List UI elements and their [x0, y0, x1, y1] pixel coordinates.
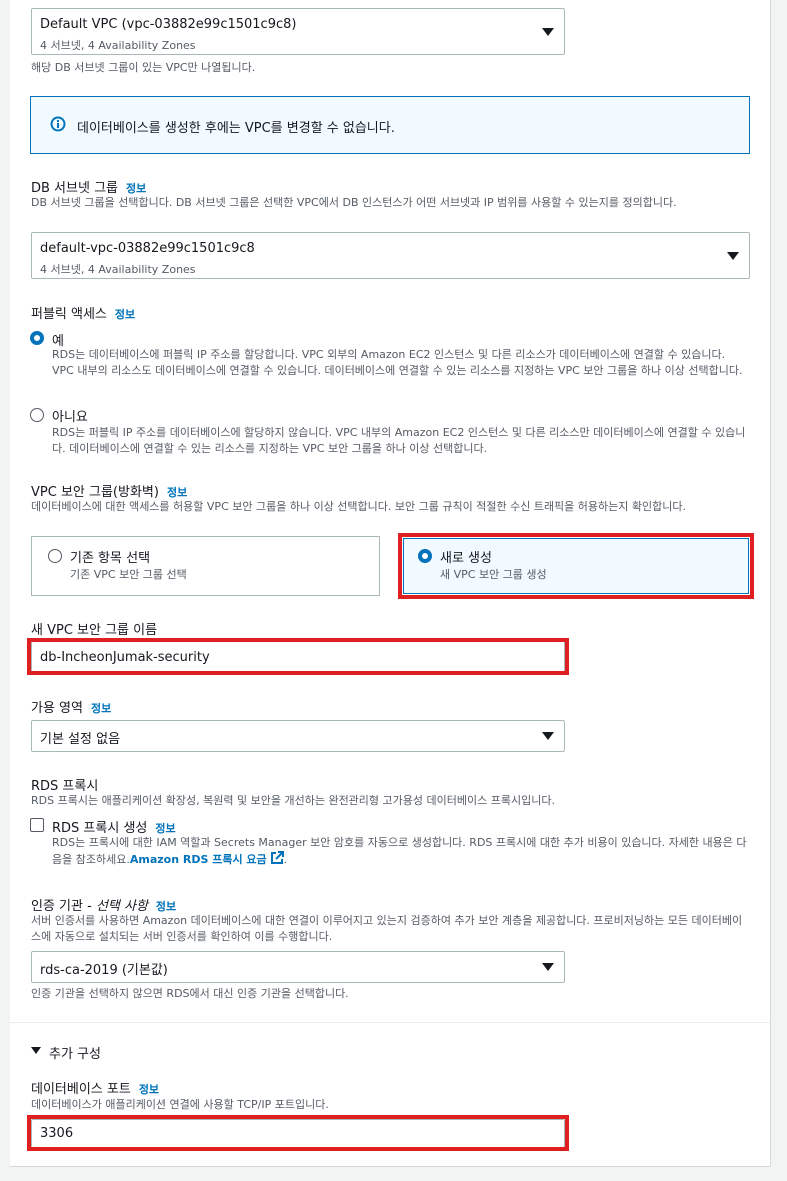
info-circle-icon — [50, 116, 66, 132]
rds-proxy-checkbox-desc: RDS는 프록시에 대한 IAM 역할과 Secrets Manager 보안 … — [52, 835, 749, 868]
vpc-alert-text: 데이터베이스를 생성한 후에는 VPC를 변경할 수 없습니다. — [77, 121, 395, 136]
subnet-group-desc: DB 서브넷 그룹을 선택합니다. DB 서브넷 그룹은 선택한 VPC에서 D… — [31, 196, 677, 209]
rds-proxy-info-link[interactable]: 정보 — [155, 822, 175, 835]
rds-proxy-checkbox-label[interactable]: RDS 프록시 생성 — [52, 821, 147, 836]
public-access-no-label[interactable]: 아니요 — [52, 406, 88, 425]
public-access-no-radio[interactable] — [30, 408, 44, 422]
rds-proxy-label: RDS 프록시 — [31, 779, 99, 794]
chevron-down-icon — [542, 28, 554, 36]
subnet-group-select-subtext: 4 서브넷, 4 Availability Zones — [40, 263, 196, 276]
cert-authority-select-value: rds-ca-2019 (기본값) — [40, 963, 168, 978]
additional-config-label: 추가 구성 — [49, 1047, 101, 1062]
cert-authority-desc: 서버 인증서를 사용하면 Amazon 데이터베이스에 대한 연결이 이루어지고… — [31, 914, 743, 943]
public-access-info-link[interactable]: 정보 — [115, 308, 135, 321]
cert-authority-label: 인증 기관 - — [31, 899, 96, 914]
public-access-label: 퍼블릭 액세스 — [31, 307, 107, 322]
availability-zone-label: 가용 영역 — [31, 701, 83, 716]
vpc-select-subtext: 4 서브넷, 4 Availability Zones — [40, 39, 196, 52]
availability-zone-info-link[interactable]: 정보 — [91, 702, 111, 715]
security-group-existing-tile[interactable]: 기존 항목 선택 기존 VPC 보안 그룹 선택 — [31, 536, 380, 596]
caret-down-icon — [31, 1047, 41, 1054]
security-group-desc: 데이터베이스에 대한 액세스를 허용할 VPC 보안 그룹을 하나 이상 선택합… — [31, 500, 686, 513]
db-port-info-link[interactable]: 정보 — [139, 1083, 159, 1096]
chevron-down-icon — [727, 252, 739, 260]
security-group-existing-sub: 기존 VPC 보안 그룹 선택 — [70, 568, 187, 581]
security-group-label: VPC 보안 그룹(방화벽) — [31, 485, 159, 500]
subnet-group-info-link[interactable]: 정보 — [126, 182, 146, 195]
cert-authority-optional: 선택 사항 — [95, 899, 148, 914]
vpc-info-alert: 데이터베이스를 생성한 후에는 VPC를 변경할 수 없습니다. — [30, 96, 750, 154]
cert-authority-info-link[interactable]: 정보 — [156, 900, 176, 913]
highlight-box-db-port — [27, 1115, 569, 1151]
cert-authority-label-row: 인증 기관 - 선택 사항 정보 — [31, 895, 176, 914]
security-group-info-link[interactable]: 정보 — [167, 486, 187, 499]
db-port-desc: 데이터베이스가 애플리케이션 연결에 사용할 TCP/IP 포트입니다. — [31, 1098, 329, 1111]
db-port-label-row: 데이터베이스 포트 정보 — [31, 1078, 159, 1097]
highlight-box-new-security-group — [398, 533, 754, 599]
availability-zone-label-row: 가용 영역 정보 — [31, 697, 111, 716]
subnet-group-label: DB 서브넷 그룹 — [31, 181, 118, 196]
public-access-yes-radio[interactable] — [30, 331, 44, 345]
vpc-helper-text: 해당 DB 서브넷 그룹이 있는 VPC만 나열됩니다. — [31, 61, 256, 74]
vpc-select-value: Default VPC (vpc-03882e99c1501c9c8) — [40, 17, 297, 32]
rds-proxy-desc: RDS 프록시는 애플리케이션 확장성, 복원력 및 보안을 개선하는 완전관리… — [31, 794, 555, 807]
chevron-down-icon — [542, 963, 554, 971]
security-group-label-row: VPC 보안 그룹(방화벽) 정보 — [31, 481, 187, 500]
db-port-label: 데이터베이스 포트 — [31, 1082, 131, 1097]
section-divider — [10, 1022, 770, 1023]
external-link-icon[interactable] — [270, 851, 284, 865]
cert-authority-select[interactable]: rds-ca-2019 (기본값) — [31, 951, 565, 983]
cert-authority-helper: 인증 기관을 선택하지 않으면 RDS에서 대신 인증 기관을 선택합니다. — [31, 987, 349, 1000]
rds-proxy-desc-period: . — [283, 853, 288, 866]
rds-proxy-checkbox-label-row: RDS 프록시 생성 정보 — [52, 817, 176, 836]
public-access-label-row: 퍼블릭 액세스 정보 — [31, 303, 135, 322]
chevron-down-icon — [542, 732, 554, 740]
subnet-group-select-value: default-vpc-03882e99c1501c9c8 — [40, 241, 255, 256]
vpc-select[interactable]: Default VPC (vpc-03882e99c1501c9c8) 4 서브… — [31, 8, 565, 55]
subnet-group-label-row: DB 서브넷 그룹 정보 — [31, 177, 146, 196]
new-sg-name-label: 새 VPC 보안 그룹 이름 — [31, 623, 158, 638]
rds-proxy-checkbox[interactable] — [30, 818, 44, 832]
highlight-box-sg-name — [27, 638, 569, 675]
rds-proxy-pricing-link[interactable]: Amazon RDS 프록시 요금 — [130, 853, 267, 866]
availability-zone-select-value: 기본 설정 없음 — [40, 732, 121, 747]
security-group-existing-title: 기존 항목 선택 — [70, 551, 151, 566]
public-access-yes-desc: RDS는 데이터베이스에 퍼블릭 IP 주소를 할당합니다. VPC 외부의 A… — [52, 348, 743, 377]
subnet-group-select[interactable]: default-vpc-03882e99c1501c9c8 4 서브넷, 4 A… — [31, 232, 750, 279]
availability-zone-select[interactable]: 기본 설정 없음 — [31, 720, 565, 752]
public-access-no-desc: RDS는 퍼블릭 IP 주소를 데이터베이스에 할당하지 않습니다. VPC 내… — [52, 426, 746, 455]
security-group-existing-radio[interactable] — [48, 549, 62, 563]
